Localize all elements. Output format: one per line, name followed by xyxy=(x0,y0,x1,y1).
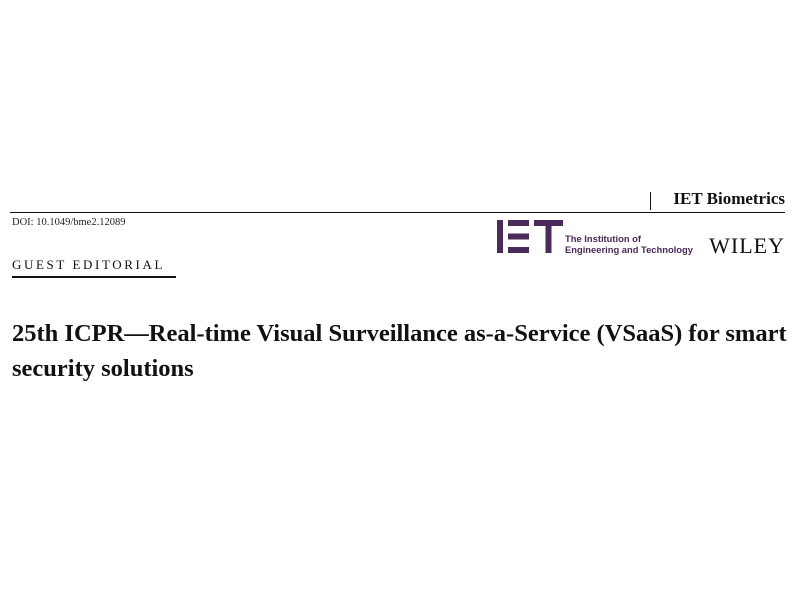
section-underline xyxy=(12,276,176,278)
journal-header: IET Biometrics xyxy=(10,186,785,212)
iet-text-line1: The Institution of xyxy=(565,233,642,244)
publisher-logos: The Institution of Engineering and Techn… xyxy=(497,220,787,258)
article-title: 25th ICPR—Real-time Visual Surveillance … xyxy=(12,320,787,382)
article-page: IET Biometrics DOI: 10.1049/bme2.12089 G… xyxy=(0,0,800,600)
section-label: GUEST EDITORIAL xyxy=(12,257,165,272)
header-rule xyxy=(10,212,785,213)
iet-logo-icon xyxy=(497,220,563,253)
journal-name: IET Biometrics xyxy=(673,189,785,208)
iet-logo-text: The Institution of Engineering and Techn… xyxy=(565,233,695,255)
iet-text-line2: Engineering and Technology xyxy=(565,244,693,255)
wiley-logo: WILEY xyxy=(709,233,785,258)
doi-text: DOI: 10.1049/bme2.12089 xyxy=(12,217,126,228)
header-separator xyxy=(650,192,651,210)
